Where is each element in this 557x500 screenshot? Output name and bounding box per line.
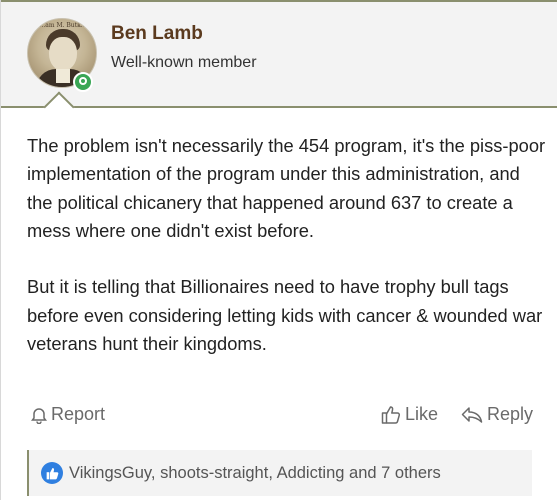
avatar-signature: ...am M. Butk... xyxy=(39,22,87,29)
user-header: ...am M. Butk... Ben Lamb Well-known mem… xyxy=(1,2,557,108)
like-button[interactable]: Like xyxy=(381,404,438,425)
reactions-bar[interactable]: VikingsGuy, shoots-straight, Addicting a… xyxy=(27,450,532,496)
reply-label: Reply xyxy=(487,404,534,424)
reactions-summary[interactable]: VikingsGuy, shoots-straight, Addicting a… xyxy=(69,464,441,483)
user-title: Well-known member xyxy=(111,54,257,71)
reply-button[interactable]: Reply xyxy=(461,404,533,425)
reply-icon xyxy=(461,406,483,424)
post-actions: Report Like Reply xyxy=(27,404,537,430)
message-paragraph: The problem isn't necessarily the 454 pr… xyxy=(27,135,546,241)
bell-icon xyxy=(31,406,47,424)
forum-post: ...am M. Butk... Ben Lamb Well-known mem… xyxy=(0,0,557,500)
thumbs-up-icon xyxy=(381,405,401,425)
username[interactable]: Ben Lamb xyxy=(111,23,203,45)
online-status-icon xyxy=(73,72,93,92)
report-label: Report xyxy=(51,404,106,424)
message-paragraph: But it is telling that Billionaires need… xyxy=(27,276,543,355)
message-body: The problem isn't necessarily the 454 pr… xyxy=(27,132,547,387)
like-reaction-icon xyxy=(41,462,63,484)
report-button[interactable]: Report xyxy=(31,404,105,425)
like-label: Like xyxy=(405,404,439,424)
